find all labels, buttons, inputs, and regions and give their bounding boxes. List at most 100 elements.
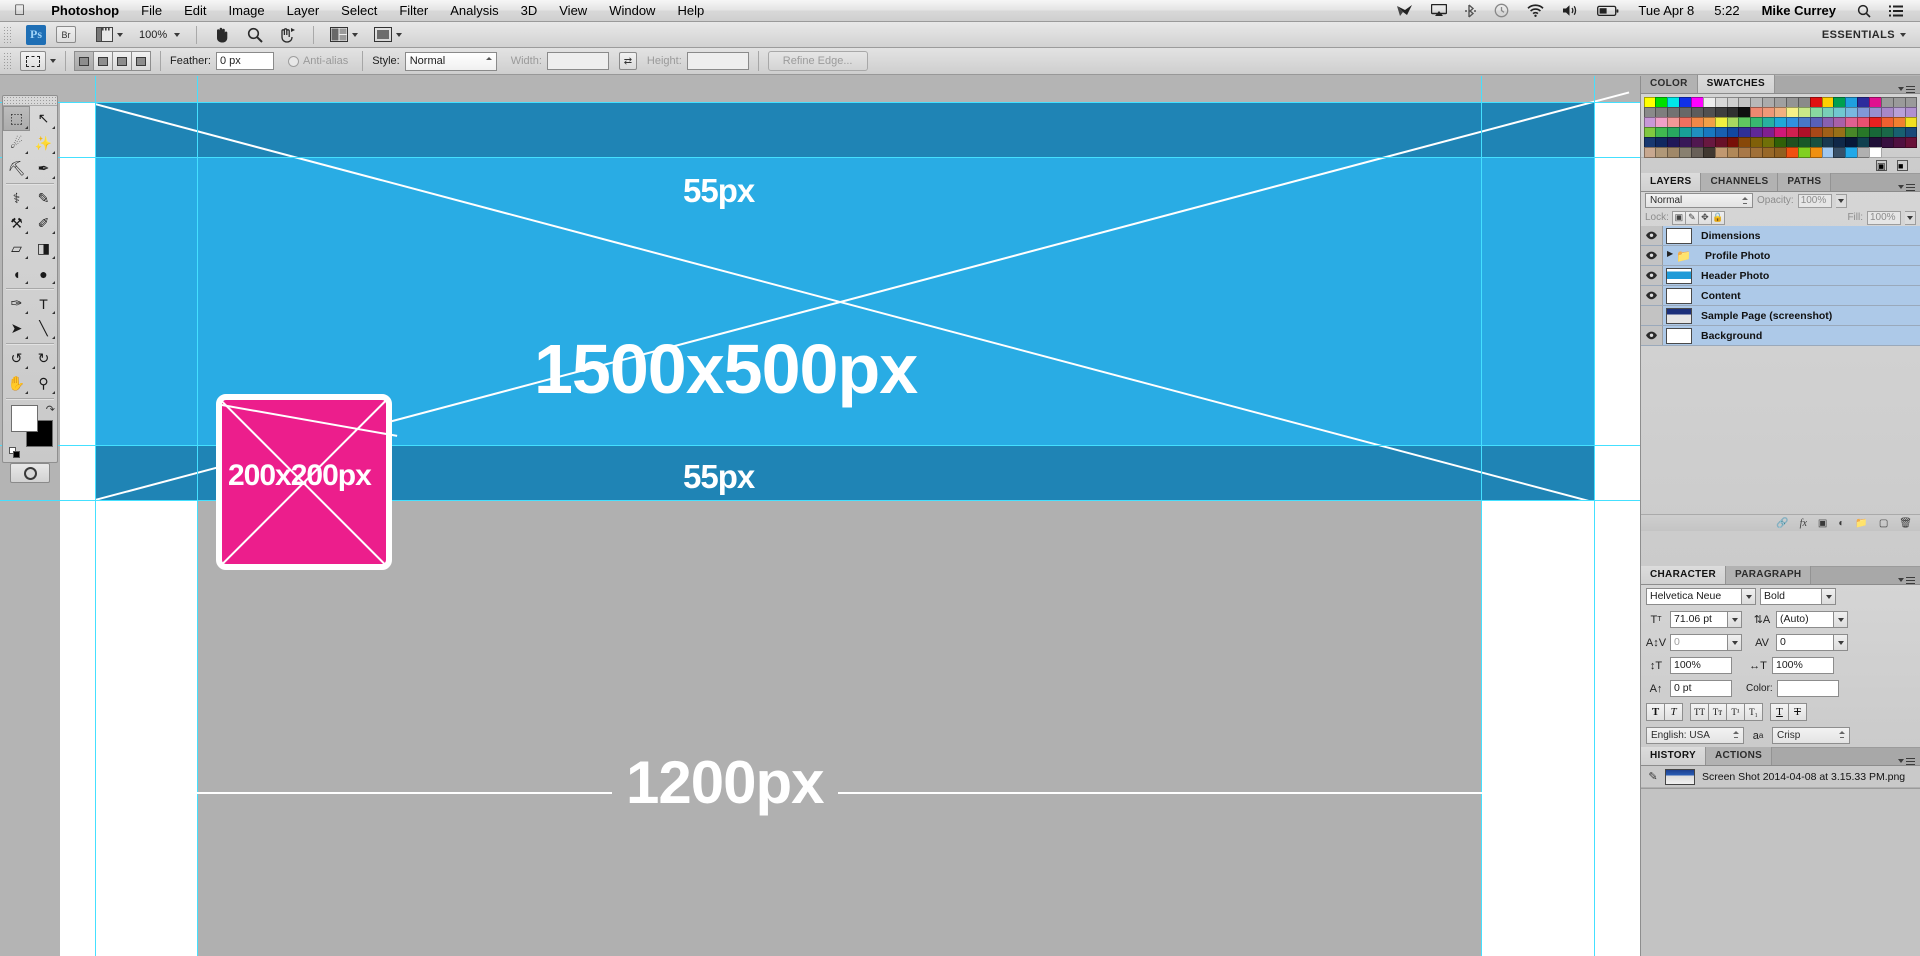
new-group-icon[interactable]: 📁	[1855, 518, 1867, 529]
arrange-documents-button[interactable]	[322, 24, 366, 46]
move-tool[interactable]: ↖	[30, 106, 57, 131]
opacity-input[interactable]: 100%	[1797, 193, 1832, 208]
origami-crane-icon[interactable]	[1387, 4, 1422, 18]
zoom-level-display[interactable]: 100%	[131, 24, 188, 46]
workspace-switcher[interactable]: ESSENTIALS	[1822, 29, 1920, 41]
hand-tool[interactable]: ✋	[3, 371, 30, 396]
lock-image-pixels-icon[interactable]: ✎	[1684, 210, 1699, 225]
faux-bold-button[interactable]: T	[1646, 703, 1665, 721]
lock-all-icon[interactable]: 🔒	[1710, 210, 1725, 225]
layer-row[interactable]: Content	[1641, 286, 1920, 306]
panel-menu-icon[interactable]	[1898, 85, 1920, 93]
layer-visibility-on-icon[interactable]	[1641, 246, 1663, 265]
layer-list[interactable]: Dimensions ▶ 📁 Profile Photo Header Photo Con…	[1641, 226, 1920, 346]
guide-vertical-header-left[interactable]	[95, 76, 96, 956]
apple-icon[interactable]: 	[0, 3, 40, 18]
menu-item-edit[interactable]: Edit	[173, 0, 217, 22]
tab-paths[interactable]: PATHS	[1778, 173, 1832, 191]
menu-item-image[interactable]: Image	[218, 0, 276, 22]
document-canvas-area[interactable]: 55px 1500x500px 55px 200x200px 1200px	[0, 76, 1640, 956]
spot-healing-brush-tool[interactable]: ⚕	[3, 186, 30, 211]
small-caps-button[interactable]: Tᴛ	[1708, 703, 1727, 721]
layer-visibility-on-icon[interactable]	[1641, 266, 1663, 285]
menu-item-photoshop[interactable]: Photoshop	[40, 0, 130, 22]
font-family-dropdown[interactable]	[1742, 588, 1756, 605]
font-family-input[interactable]: Helvetica Neue	[1646, 588, 1742, 605]
layer-row[interactable]: Dimensions	[1641, 226, 1920, 246]
refine-edge-button[interactable]: Refine Edge...	[767, 51, 868, 71]
line-tool[interactable]: ╲	[30, 316, 57, 341]
history-brush-tool[interactable]: ✐	[30, 211, 57, 236]
tab-color[interactable]: COLOR	[1641, 75, 1698, 93]
feather-input[interactable]: 0 px	[215, 52, 274, 70]
guide-vertical-header-right[interactable]	[1594, 76, 1595, 956]
leading-dropdown[interactable]	[1834, 611, 1848, 628]
swatch-grid[interactable]	[1641, 94, 1920, 158]
font-style-input[interactable]: Bold	[1760, 588, 1822, 605]
kerning-dropdown[interactable]	[1728, 634, 1742, 651]
subtract-from-selection-button[interactable]	[112, 51, 132, 71]
guide-vertical-content-left[interactable]	[197, 76, 198, 956]
menu-item-analysis[interactable]: Analysis	[439, 0, 509, 22]
tab-channels[interactable]: CHANNELS	[1701, 173, 1779, 191]
tool-grid[interactable]: ⬚ ↖ ☄ ✨ ⛏ ✒ ⚕ ✎ ⚒ ✐ ▱ ◨ ◖ ● ✑ T ➤ ╲ ↺ ↻ ✋ ⚲	[3, 106, 57, 399]
panel-menu-icon[interactable]	[1898, 576, 1920, 584]
layer-row[interactable]: Background	[1641, 326, 1920, 346]
type-tool[interactable]: T	[30, 291, 57, 316]
height-input[interactable]	[686, 52, 749, 70]
swatch-114[interactable]	[1904, 136, 1918, 148]
layer-row[interactable]: Header Photo	[1641, 266, 1920, 286]
layer-visibility-off-icon[interactable]	[1641, 306, 1663, 325]
menu-item-file[interactable]: File	[130, 0, 173, 22]
dodge-tool[interactable]: ●	[30, 261, 57, 286]
history-snapshot-row[interactable]: ✎ Screen Shot 2014-04-08 at 3.15.33 PM.p…	[1641, 766, 1920, 788]
delete-swatch-icon[interactable]: ■	[1897, 160, 1908, 171]
new-layer-icon[interactable]: ▢	[1879, 518, 1888, 529]
blur-tool[interactable]: ◖	[3, 261, 30, 286]
opacity-slider-toggle[interactable]	[1835, 193, 1847, 208]
menu-item-layer[interactable]: Layer	[276, 0, 331, 22]
selection-mode-buttons[interactable]	[74, 51, 151, 71]
font-size-input[interactable]: 71.06 pt	[1670, 611, 1728, 628]
color-swatches[interactable]: ↷	[9, 403, 57, 458]
hand-tool-button[interactable]	[205, 24, 239, 46]
magic-wand-tool[interactable]: ✨	[30, 131, 57, 156]
layer-style-icon[interactable]: fx	[1800, 518, 1807, 529]
menu-item-help[interactable]: Help	[666, 0, 715, 22]
fill-input[interactable]: 100%	[1867, 210, 1901, 225]
style-select[interactable]: Normal	[404, 51, 497, 71]
history-snapshot-icon[interactable]: ✎	[1641, 770, 1665, 783]
rotate-view-button[interactable]	[271, 24, 305, 46]
lock-transparent-pixels-icon[interactable]: ▣	[1671, 210, 1686, 225]
horizontal-scale-input[interactable]: 100%	[1772, 657, 1834, 674]
3d-camera-rotate-tool[interactable]: ↻	[30, 346, 57, 371]
optionsbar-grip[interactable]	[3, 52, 12, 70]
blend-mode-select[interactable]: Normal	[1645, 193, 1753, 208]
intersect-selection-button[interactable]	[131, 51, 151, 71]
panel-menu-icon[interactable]	[1898, 183, 1920, 191]
layer-row[interactable]: Sample Page (screenshot)	[1641, 306, 1920, 326]
guide-vertical-content-right[interactable]	[1481, 76, 1482, 956]
lock-position-icon[interactable]: ✥	[1697, 210, 1712, 225]
swap-colors-icon[interactable]: ↷	[46, 403, 55, 416]
tab-history[interactable]: HISTORY	[1641, 747, 1706, 765]
guide-horizontal-top[interactable]	[0, 102, 1640, 103]
panel-menu-icon[interactable]	[1898, 757, 1920, 765]
tracking-dropdown[interactable]	[1834, 634, 1848, 651]
battery-icon[interactable]	[1588, 5, 1628, 17]
strikethrough-button[interactable]: T	[1788, 703, 1807, 721]
language-select[interactable]: English: USA	[1646, 727, 1744, 744]
underline-button[interactable]: T	[1770, 703, 1789, 721]
text-color-swatch[interactable]	[1776, 680, 1839, 697]
eyedropper-tool[interactable]: ✒	[30, 156, 57, 181]
clone-stamp-tool[interactable]: ⚒	[3, 211, 30, 236]
launch-bridge-button[interactable]: Br	[56, 26, 76, 43]
menubar-username[interactable]: Mike Currey	[1750, 3, 1848, 18]
swap-width-height-icon[interactable]: ⇄	[618, 52, 637, 70]
gradient-tool[interactable]: ◨	[30, 236, 57, 261]
anti-alias-select[interactable]: Crisp	[1772, 727, 1850, 744]
appbar-grip[interactable]	[3, 25, 12, 44]
link-layers-icon[interactable]: 🔗	[1776, 518, 1788, 529]
layer-row[interactable]: ▶ 📁 Profile Photo	[1641, 246, 1920, 266]
baseline-shift-input[interactable]: 0 pt	[1670, 680, 1732, 697]
